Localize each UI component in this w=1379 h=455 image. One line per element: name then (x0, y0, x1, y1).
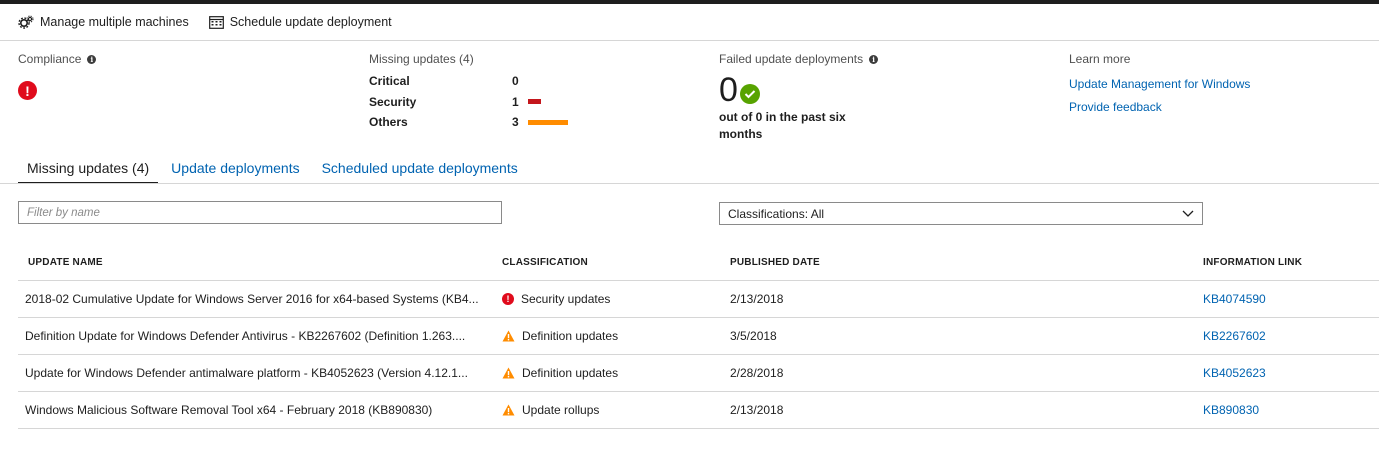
classification-cell: Definition updates (502, 366, 730, 380)
missing-updates-section: Missing updates (4) Critical 0 Security 1 Ot… (369, 52, 568, 133)
tab-update-deployments[interactable]: Update deployments (162, 153, 308, 184)
severity-bar (528, 119, 568, 125)
failed-title-row: Failed update deployments i (719, 52, 879, 66)
manage-machines-label: Manage multiple machines (40, 15, 189, 29)
failed-title: Failed update deployments (719, 52, 864, 66)
summary-panel: Compliance i ! Missing updates (4) Criti… (0, 52, 1379, 152)
missing-updates-table: UPDATE NAME CLASSIFICATION PUBLISHED DAT… (18, 245, 1379, 429)
header-published-date[interactable]: PUBLISHED DATE (730, 257, 1203, 268)
calendar-icon (208, 15, 224, 29)
checkmark-icon (739, 84, 760, 104)
severity-label: Others (369, 115, 408, 130)
table-body: 2018-02 Cumulative Update for Windows Se… (18, 281, 1379, 429)
severity-count: 1 (512, 94, 519, 109)
gears-icon (18, 15, 34, 29)
update-name-cell: Windows Malicious Software Removal Tool … (25, 403, 433, 417)
schedule-deployment-label: Schedule update deployment (229, 15, 392, 29)
warning-icon (502, 367, 515, 379)
learn-more-title: Learn more (1069, 52, 1131, 66)
compliance-title-row: Compliance i (18, 52, 97, 66)
info-icon[interactable]: i (869, 54, 879, 64)
table-row[interactable]: Update for Windows Defender antimalware … (18, 355, 1379, 392)
published-date-cell: 2/13/2018 (730, 403, 784, 417)
severity-count: 3 (512, 115, 519, 130)
table-header: UPDATE NAME CLASSIFICATION PUBLISHED DAT… (18, 245, 1379, 281)
table-row[interactable]: 2018-02 Cumulative Update for Windows Se… (18, 281, 1379, 318)
classification-text: Update rollups (522, 403, 600, 417)
severity-bar (528, 99, 542, 105)
info-icon[interactable]: i (87, 54, 97, 64)
tab-divider (0, 183, 1379, 184)
header-update-name[interactable]: UPDATE NAME (18, 257, 502, 268)
classifications-dropdown[interactable]: Classifications: All (719, 202, 1203, 225)
classification-text: Definition updates (522, 366, 619, 380)
compliance-section: Compliance i ! (18, 52, 97, 100)
failed-count: 0 (719, 71, 738, 109)
information-link[interactable]: KB2267602 (1203, 329, 1379, 343)
information-link[interactable]: KB4052623 (1203, 366, 1379, 380)
warning-icon (502, 404, 515, 416)
update-name-cell: 2018-02 Cumulative Update for Windows Se… (25, 292, 479, 306)
classification-cell: ! Security updates (502, 292, 730, 306)
published-date-cell: 2/13/2018 (730, 292, 784, 306)
filter-by-name-input[interactable] (18, 201, 502, 224)
published-date-cell: 2/28/2018 (730, 366, 784, 380)
missing-updates-title: Missing updates (4) (369, 52, 474, 66)
table-row[interactable]: Windows Malicious Software Removal Tool … (18, 392, 1379, 429)
classification-cell: Update rollups (502, 403, 730, 417)
failed-description: out of 0 in the past six months (719, 110, 846, 141)
tab-scheduled-deployments[interactable]: Scheduled update deployments (313, 153, 527, 184)
compliance-title: Compliance (18, 52, 82, 66)
missing-updates-row: Security 1 (369, 92, 568, 113)
update-name-cell: Update for Windows Defender antimalware … (25, 366, 468, 380)
learn-more-section: Learn more Update Management for Windows… (1069, 52, 1250, 114)
error-icon: ! (502, 293, 514, 305)
schedule-deployment-button[interactable]: Schedule update deployment (208, 15, 392, 29)
information-link[interactable]: KB4074590 (1203, 292, 1379, 306)
classification-text: Definition updates (522, 329, 619, 343)
severity-count: 0 (512, 74, 519, 89)
classification-cell: Definition updates (502, 329, 730, 343)
chevron-down-icon (1182, 210, 1194, 217)
classification-text: Security updates (521, 292, 611, 306)
failed-count-row: 0 (719, 73, 878, 107)
tab-missing-updates[interactable]: Missing updates (4) (18, 153, 159, 184)
severity-label: Security (369, 94, 417, 109)
warning-icon (502, 330, 515, 342)
missing-updates-row: Others 3 (369, 112, 568, 133)
command-bar: Manage multiple machines Schedule update… (0, 4, 1379, 41)
compliance-status: ! (18, 81, 96, 100)
severity-label: Critical (369, 74, 410, 89)
update-management-link[interactable]: Update Management for Windows (1069, 77, 1250, 91)
missing-updates-breakdown: Critical 0 Security 1 Others 3 (369, 71, 568, 133)
manage-machines-button[interactable]: Manage multiple machines (18, 15, 189, 29)
header-information-link[interactable]: INFORMATION LINK (1203, 257, 1379, 268)
tab-strip: Missing updates (4) Update deployments S… (18, 153, 1379, 184)
missing-updates-row: Critical 0 (369, 71, 568, 92)
information-link[interactable]: KB890830 (1203, 403, 1379, 417)
classifications-selected: Classifications: All (728, 206, 825, 221)
header-classification[interactable]: CLASSIFICATION (502, 257, 730, 268)
failed-deployments-section: Failed update deployments i 0 out of 0 i… (719, 52, 879, 143)
published-date-cell: 3/5/2018 (730, 329, 777, 343)
provide-feedback-link[interactable]: Provide feedback (1069, 100, 1250, 114)
update-name-cell: Definition Update for Windows Defender A… (25, 329, 466, 343)
table-row[interactable]: Definition Update for Windows Defender A… (18, 318, 1379, 355)
error-icon: ! (18, 81, 37, 100)
